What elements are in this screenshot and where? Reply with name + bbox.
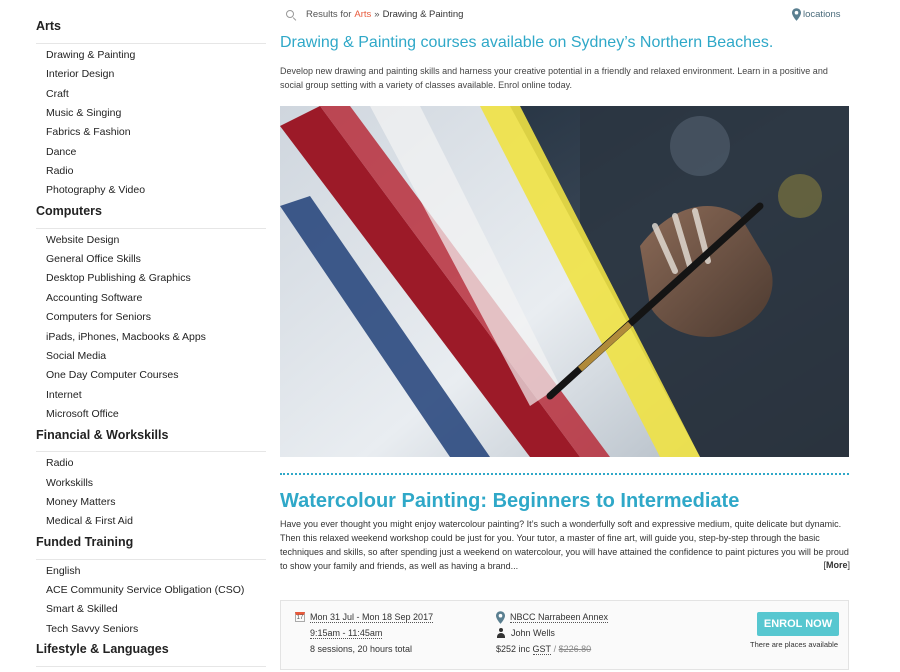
course-sessions: 8 sessions, 20 hours total [310,644,413,654]
sidebar-category-list: Radio Workskills Money Matters Medical & Fi… [36,452,266,532]
category-sidebar: Arts Drawing & Painting Interior Design Cra… [36,14,266,667]
venue-pin-icon [496,610,505,624]
course-dates[interactable]: Mon 31 Jul - Mon 18 Sep 2017 [310,612,434,623]
sidebar-item[interactable]: Interior Design [36,65,266,84]
sidebar-category-title[interactable]: Arts [36,14,266,44]
sidebar-item[interactable]: Website Design [36,231,266,250]
sidebar-category: Financial & Workskills Radio Workskills Mon… [36,425,266,532]
sidebar-category-title[interactable]: Financial & Workskills [36,425,266,453]
page-title: Drawing & Painting courses available on … [280,34,774,51]
calendar-icon: 17 [295,612,305,622]
availability-text: There are places available [750,640,838,649]
breadcrumb-prefix: Results for [306,9,352,20]
sidebar-category-list: Drawing & Painting Interior Design Craft Mu… [36,44,266,201]
venue-link[interactable]: NBCC Narrabeen Annex [510,612,609,623]
more-label: More [825,560,848,570]
sidebar-item[interactable]: General Office Skills [36,250,266,269]
course-description: Have you ever thought you might enjoy wa… [280,519,849,571]
sidebar-item[interactable]: Desktop Publishing & Graphics [36,269,266,288]
sidebar-item[interactable]: Dance [36,143,266,162]
sidebar-item[interactable]: Fabrics & Fashion [36,123,266,142]
locations-label: locations [803,9,841,20]
course-title-link[interactable]: Watercolour Painting: Beginners to Inter… [280,490,739,513]
hero-painting-image [280,106,849,457]
sidebar-item[interactable]: Workskills [36,474,266,493]
page-intro: Develop new drawing and painting skills … [280,66,828,90]
breadcrumb-category-link[interactable]: Arts [354,9,371,20]
sidebar-category-list: Website Design General Office Skills Deskt… [36,229,266,425]
price-label: $252 inc [496,644,531,654]
sidebar-category: Computers Website Design General Office Sk… [36,201,266,425]
sidebar-item[interactable]: Tech Savvy Seniors [36,620,266,639]
section-divider [280,473,849,475]
sidebar-category-title[interactable]: Lifestyle & Languages [36,639,266,667]
sidebar-item[interactable]: iPads, iPhones, Macbooks & Apps [36,328,266,347]
sidebar-item[interactable]: Radio [36,162,266,181]
course-price: $252 inc GST / $226.80 [496,641,608,657]
sidebar-item[interactable]: Smart & Skilled [36,600,266,619]
tutor-name: John Wells [511,628,555,638]
full-price: $226.80 [558,644,592,654]
breadcrumb-current: Drawing & Painting [382,9,464,20]
sidebar-item[interactable]: Microsoft Office [36,405,266,424]
sidebar-item[interactable]: Medical & First Aid [36,512,266,531]
price-separator: / [553,644,557,654]
gst-label: GST [532,643,552,655]
enrol-now-button[interactable]: ENROL NOW [757,612,839,636]
sidebar-category-title[interactable]: Computers [36,201,266,229]
sidebar-item[interactable]: Accounting Software [36,289,266,308]
sidebar-item[interactable]: One Day Computer Courses [36,366,266,385]
breadcrumb-separator: » [374,9,380,20]
sidebar-category: Lifestyle & Languages [36,639,266,667]
sidebar-category: Funded Training English ACE Community Serv… [36,532,266,639]
sidebar-item[interactable]: English [36,562,266,581]
sidebar-item[interactable]: ACE Community Service Obligation (CSO) [36,581,266,600]
sidebar-category-title[interactable]: Funded Training [36,532,266,560]
sidebar-item[interactable]: Craft [36,85,266,104]
map-pin-icon [792,8,801,21]
sidebar-item[interactable]: Radio [36,454,266,473]
sidebar-item[interactable]: Internet [36,386,266,405]
sidebar-item[interactable]: Social Media [36,347,266,366]
search-icon [286,9,296,20]
locations-link[interactable]: locations [792,8,841,21]
sidebar-item[interactable]: Money Matters [36,493,266,512]
more-link[interactable]: [More] [823,560,850,570]
course-time: 9:15am - 11:45am [310,627,383,639]
sidebar-item[interactable]: Drawing & Painting [36,46,266,65]
breadcrumb: Results for Arts » Drawing & Painting [286,9,463,20]
tutor-icon [496,628,506,638]
sidebar-item[interactable]: Computers for Seniors [36,308,266,327]
sidebar-category: Arts Drawing & Painting Interior Design Cra… [36,14,266,201]
sidebar-item[interactable]: Photography & Video [36,181,266,200]
sidebar-category-list: English ACE Community Service Obligation … [36,560,266,640]
sidebar-item[interactable]: Music & Singing [36,104,266,123]
course-session-card: 17 Mon 31 Jul - Mon 18 Sep 2017 9:15am -… [280,600,849,670]
